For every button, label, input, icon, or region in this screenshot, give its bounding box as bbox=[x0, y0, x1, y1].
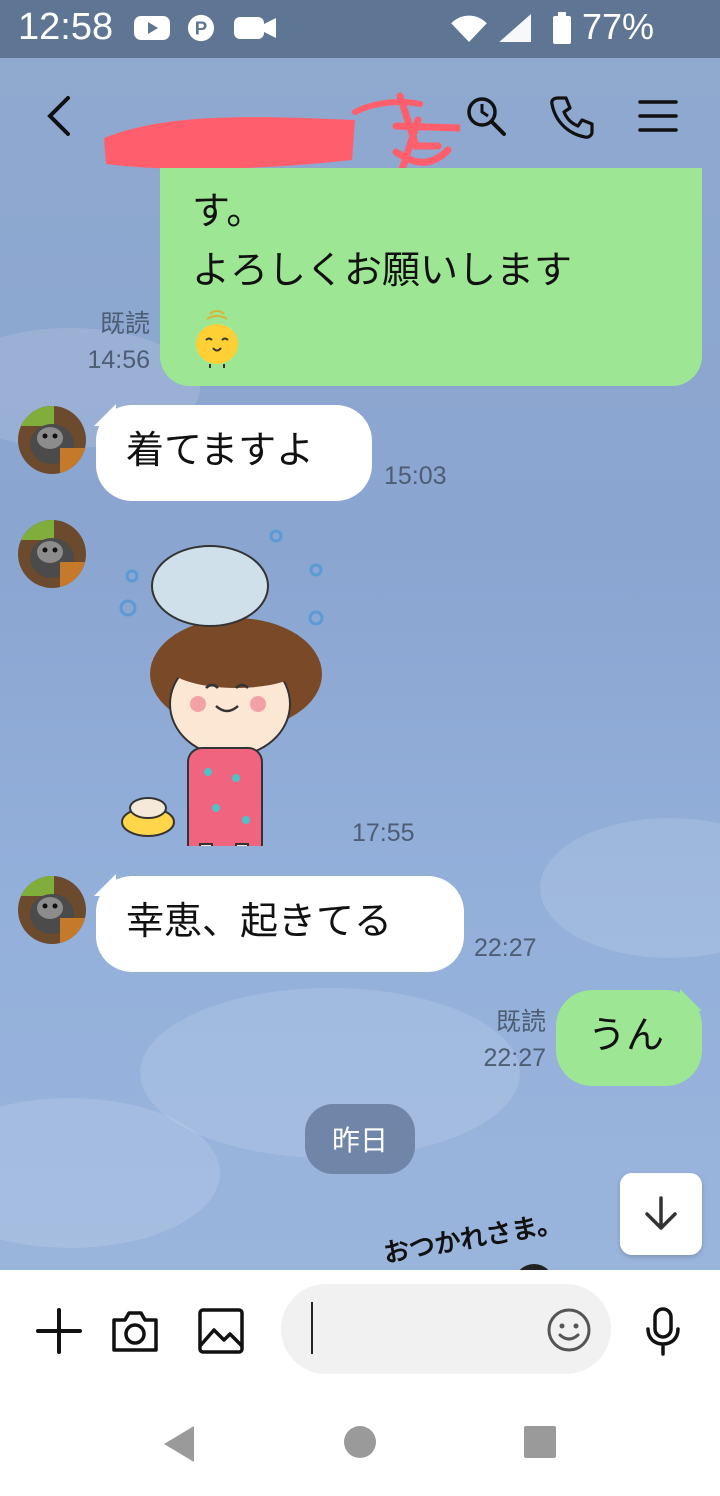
battery-icon bbox=[553, 12, 571, 44]
outgoing-message[interactable]: す。 よろしくお願いします bbox=[160, 168, 702, 386]
message-time: 14:56 bbox=[87, 346, 150, 375]
nav-back-icon[interactable] bbox=[160, 1422, 200, 1466]
avatar[interactable] bbox=[18, 520, 86, 588]
image-icon[interactable] bbox=[196, 1306, 246, 1356]
status-bar: 12:58 P 77% bbox=[0, 0, 720, 58]
avatar[interactable] bbox=[18, 876, 86, 944]
message-text: うん bbox=[588, 1013, 665, 1057]
battery-percent: 77% bbox=[582, 6, 655, 47]
message-time: 22:27 bbox=[483, 1044, 546, 1073]
search-icon[interactable] bbox=[462, 92, 510, 140]
pinterest-icon: P bbox=[187, 14, 215, 42]
plus-icon[interactable] bbox=[34, 1306, 84, 1356]
partial-sticker[interactable]: おつかれさま。 bbox=[380, 1203, 565, 1270]
wifi-icon bbox=[451, 15, 487, 42]
back-icon[interactable] bbox=[36, 92, 84, 140]
message-time: 17:55 bbox=[352, 819, 415, 847]
signal-icon bbox=[499, 14, 531, 42]
read-receipt: 既読 bbox=[495, 1008, 546, 1036]
menu-icon[interactable] bbox=[634, 92, 682, 140]
chick-emoji-icon bbox=[196, 310, 238, 368]
scroll-to-bottom-button[interactable] bbox=[620, 1173, 702, 1255]
message-text: 幸恵、起きてる bbox=[126, 899, 393, 943]
nav-home-icon[interactable] bbox=[342, 1424, 378, 1460]
emoji-icon[interactable] bbox=[545, 1306, 593, 1354]
read-receipt: 既読 bbox=[99, 310, 150, 338]
date-separator: 昨日 bbox=[305, 1104, 415, 1174]
incoming-message[interactable]: 幸恵、起きてる bbox=[96, 876, 464, 972]
message-time: 22:27 bbox=[474, 934, 537, 962]
status-time: 12:58 bbox=[18, 6, 114, 48]
microphone-icon[interactable] bbox=[638, 1306, 688, 1356]
text-cursor bbox=[311, 1302, 313, 1354]
message-input[interactable] bbox=[281, 1284, 611, 1374]
nav-recents-icon[interactable] bbox=[522, 1424, 558, 1460]
message-text: 着てますよ bbox=[126, 428, 315, 472]
chat-header bbox=[0, 58, 720, 180]
svg-text:P: P bbox=[195, 18, 207, 39]
dog-photo bbox=[18, 406, 86, 474]
message-time: 15:03 bbox=[384, 462, 447, 490]
camera-icon[interactable] bbox=[110, 1306, 160, 1356]
message-text-input[interactable] bbox=[321, 1304, 541, 1354]
dog-photo bbox=[18, 876, 86, 944]
bubble-tail bbox=[680, 989, 702, 1011]
chat-area[interactable]: す。 よろしくお願いします 既読 14:56 着てますよ 15:03 17:55… bbox=[0, 58, 720, 1270]
bath-girl-sticker[interactable] bbox=[112, 526, 332, 846]
incoming-message[interactable]: 着てますよ bbox=[96, 405, 372, 501]
youtube-icon bbox=[134, 16, 170, 40]
message-text: す。 よろしくお願いします bbox=[192, 189, 573, 292]
call-icon[interactable] bbox=[548, 92, 596, 140]
message-meta: 既読 22:27 bbox=[462, 1004, 546, 1077]
arrow-down-icon bbox=[645, 1196, 677, 1230]
message-meta: 既読 14:56 bbox=[70, 306, 150, 379]
message-input-bar bbox=[0, 1270, 720, 1394]
avatar[interactable] bbox=[18, 406, 86, 474]
system-nav-bar bbox=[0, 1394, 720, 1496]
dog-photo bbox=[18, 520, 86, 588]
video-icon bbox=[234, 17, 276, 39]
